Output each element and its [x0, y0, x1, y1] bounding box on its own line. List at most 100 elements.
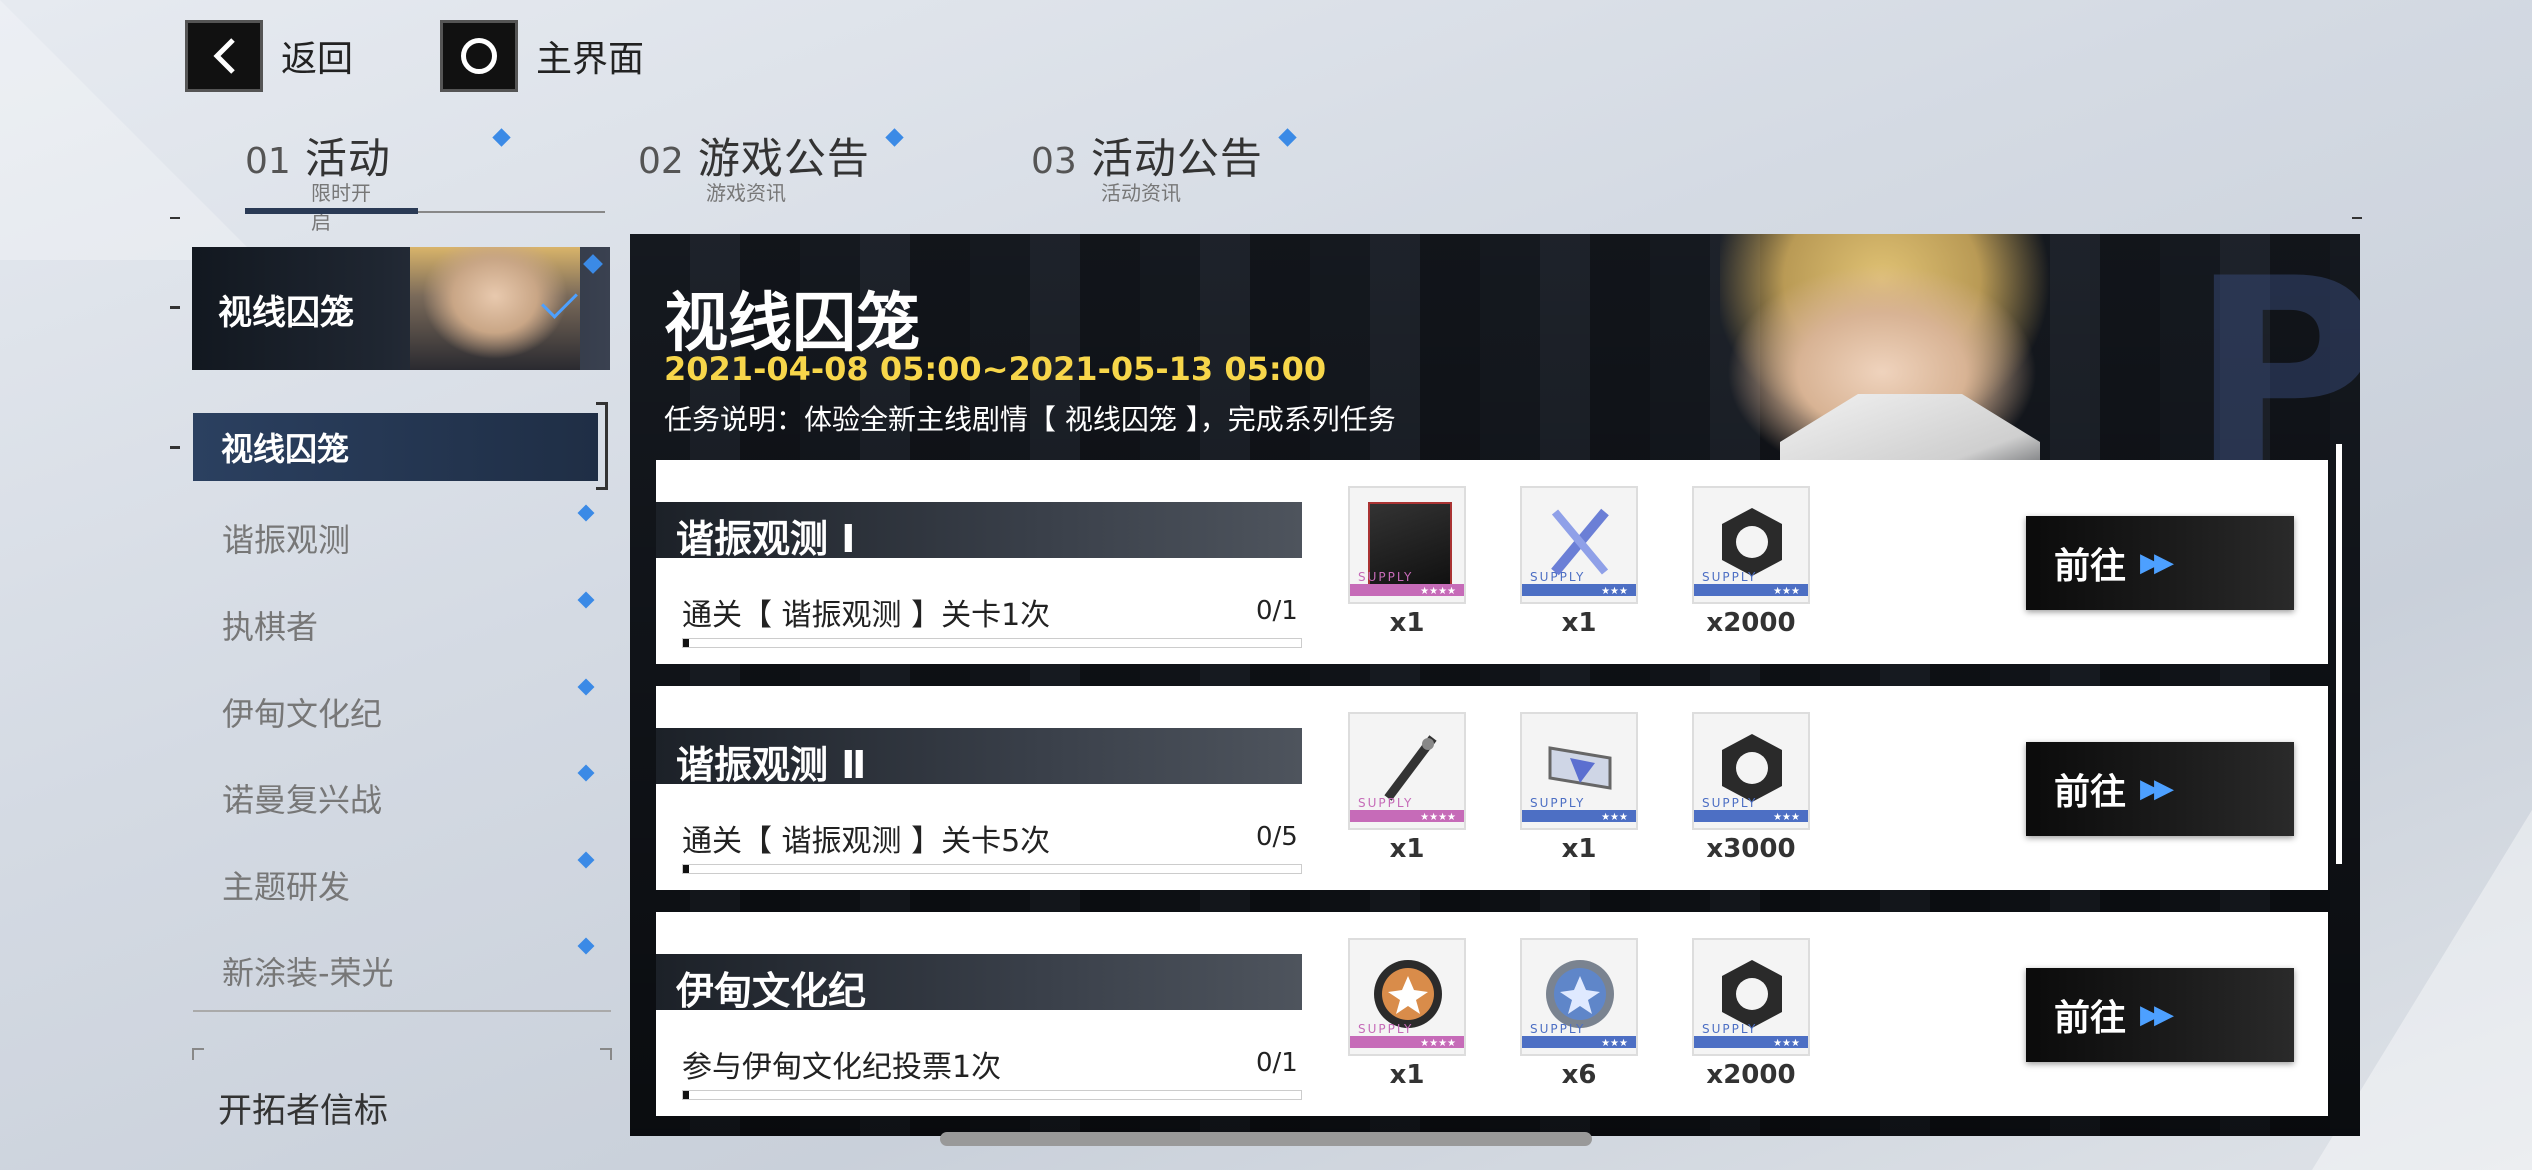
- task-progress-count: 0/5: [1256, 822, 1298, 852]
- reward-item[interactable]: SUPPLY ★★★ x6: [1520, 938, 1638, 1090]
- tab-subtitle: 游戏资讯: [706, 181, 786, 205]
- divider-mark: [2352, 217, 2362, 219]
- reward-item[interactable]: SUPPLY ★★★ x1: [1520, 712, 1638, 864]
- reward-quantity: x2000: [1706, 608, 1796, 638]
- notification-diamond-icon: [577, 591, 595, 609]
- reward-quantity: x1: [1389, 834, 1425, 864]
- sidebar-item[interactable]: 主题研发: [222, 862, 350, 908]
- divider-mark: [170, 217, 180, 219]
- go-button[interactable]: 前往 ▶▶: [2026, 968, 2294, 1062]
- task-condition: 通关【 谐振观测 】关卡1次: [682, 598, 1051, 633]
- double-arrow-icon: ▶▶: [2140, 774, 2174, 804]
- reward-item[interactable]: SUPPLY ★★★ x1: [1520, 486, 1638, 638]
- rarity-stars: ★★★: [1773, 586, 1800, 597]
- reward-quantity: x2000: [1706, 1060, 1796, 1090]
- reward-item[interactable]: SUPPLY ★★★★ x1: [1348, 938, 1466, 1090]
- notification-diamond-icon: [577, 764, 595, 782]
- tab-title: 游戏公告: [697, 134, 870, 183]
- home-circle-icon: [440, 20, 518, 92]
- tab-number: 03: [1031, 141, 1077, 182]
- task-condition: 参与伊甸文化纪投票1次: [682, 1050, 1002, 1085]
- back-button[interactable]: 返回: [185, 20, 353, 92]
- reward-quantity: x1: [1561, 608, 1597, 638]
- progress-fill: [683, 865, 689, 873]
- sidebar-item-pioneer-beacon[interactable]: 开拓者信标: [218, 1083, 388, 1132]
- supply-label: SUPPLY: [1702, 1022, 1758, 1036]
- sidebar-item-label: 视线囚笼: [221, 430, 350, 468]
- task-progress-count: 0/1: [1256, 596, 1298, 626]
- task-card: 伊甸文化纪 参与伊甸文化纪投票1次 0/1 SUPPLY ★★★★ x1 SUP…: [656, 912, 2328, 1116]
- rarity-stars: ★★★: [1773, 812, 1800, 823]
- rarity-stars: ★★★: [1601, 586, 1628, 597]
- reward-quantity: x1: [1561, 834, 1597, 864]
- progress-fill: [683, 639, 689, 647]
- notification-diamond-icon: [885, 128, 904, 147]
- event-description: 任务说明：体验全新主线剧情【 视线囚笼 】，完成系列任务: [664, 403, 1396, 436]
- tab-title: 活动公告: [1090, 134, 1263, 183]
- tab-event-notice[interactable]: 03 活动公告 活动资讯: [1031, 125, 1297, 205]
- notification-diamond-icon: [492, 128, 511, 147]
- notification-diamond-icon: [577, 937, 595, 955]
- task-header: 谐振观测 Ⅱ: [656, 728, 1302, 787]
- tab-title: 活动: [304, 134, 391, 183]
- go-button[interactable]: 前往 ▶▶: [2026, 742, 2294, 836]
- task-progress-bar: [682, 638, 1302, 648]
- supply-label: SUPPLY: [1358, 1022, 1414, 1036]
- event-detail-panel: P 视线囚笼 2021-04-08 05:00~2021-05-13 05:00…: [630, 234, 2360, 1136]
- reward-item[interactable]: SUPPLY ★★★ x2000: [1692, 938, 1810, 1090]
- notification-diamond-icon: [577, 851, 595, 869]
- sidebar-item[interactable]: 新涂装-荣光: [222, 948, 394, 994]
- supply-label: SUPPLY: [1702, 570, 1758, 584]
- task-name: 伊甸文化纪: [676, 969, 867, 1013]
- task-name: 谐振观测 Ⅰ: [676, 517, 856, 561]
- rarity-stars: ★★★: [1601, 1038, 1628, 1049]
- banner-title: 视线囚笼: [218, 293, 354, 333]
- task-card: 谐振观测 Ⅰ 通关【 谐振观测 】关卡1次 0/1 SUPPLY ★★★★ x1…: [656, 460, 2328, 664]
- double-arrow-icon: ▶▶: [2140, 1000, 2174, 1030]
- go-button[interactable]: 前往 ▶▶: [2026, 516, 2294, 610]
- event-banner-card[interactable]: 视线囚笼: [192, 247, 610, 370]
- supply-label: SUPPLY: [1358, 796, 1414, 810]
- sidebar-item[interactable]: 谐振观测: [222, 515, 350, 561]
- rarity-stars: ★★★★: [1420, 812, 1456, 823]
- supply-label: SUPPLY: [1702, 796, 1758, 810]
- task-header: 谐振观测 Ⅰ: [656, 502, 1302, 561]
- vertical-scrollbar[interactable]: [2336, 444, 2342, 864]
- horizontal-scrollbar[interactable]: [940, 1132, 1592, 1146]
- sidebar-item[interactable]: 伊甸文化纪: [222, 689, 382, 735]
- notification-diamond-icon: [577, 678, 595, 696]
- back-label: 返回: [281, 39, 354, 80]
- sidebar-item-selected[interactable]: 视线囚笼: [193, 413, 598, 481]
- rarity-stars: ★★★: [1601, 812, 1628, 823]
- tab-number: 01: [245, 141, 291, 182]
- notification-diamond-icon: [1278, 128, 1297, 147]
- go-button-label: 前往: [2054, 772, 2127, 813]
- sidebar-item[interactable]: 诺曼复兴战: [222, 775, 382, 821]
- sidebar-divider: [193, 1010, 611, 1012]
- tab-active-indicator: [245, 208, 418, 214]
- rarity-stars: ★★★★: [1420, 586, 1456, 597]
- reward-quantity: x1: [1389, 1060, 1425, 1090]
- task-card: 谐振观测 Ⅱ 通关【 谐振观测 】关卡5次 0/5 SUPPLY ★★★★ x1…: [656, 686, 2328, 890]
- tab-game-notice[interactable]: 02 游戏公告 游戏资讯: [638, 125, 904, 205]
- reward-item[interactable]: SUPPLY ★★★ x2000: [1692, 486, 1810, 638]
- sidebar-item[interactable]: 执棋者: [222, 602, 318, 648]
- notification-diamond-icon: [577, 504, 595, 522]
- corner-mark: [192, 1048, 204, 1060]
- reward-item[interactable]: SUPPLY ★★★★ x1: [1348, 486, 1466, 638]
- home-button[interactable]: 主界面: [440, 20, 644, 92]
- reward-item[interactable]: SUPPLY ★★★ x3000: [1692, 712, 1810, 864]
- tab-activity[interactable]: 01 活动 限时开启: [245, 125, 511, 234]
- divider-mark: [170, 446, 180, 449]
- reward-quantity: x3000: [1706, 834, 1796, 864]
- progress-fill: [683, 1091, 689, 1099]
- supply-label: SUPPLY: [1530, 796, 1586, 810]
- home-label: 主界面: [536, 39, 645, 80]
- reward-item[interactable]: SUPPLY ★★★★ x1: [1348, 712, 1466, 864]
- task-name: 谐振观测 Ⅱ: [676, 743, 867, 787]
- task-header: 伊甸文化纪: [656, 954, 1302, 1013]
- supply-label: SUPPLY: [1530, 1022, 1586, 1036]
- reward-quantity: x6: [1561, 1060, 1597, 1090]
- selection-bracket: [596, 402, 608, 490]
- notification-diamond-icon: [583, 254, 603, 274]
